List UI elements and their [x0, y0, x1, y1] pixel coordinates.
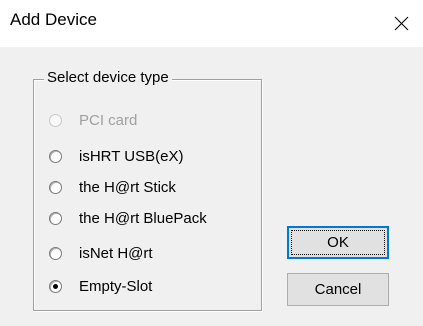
radio-button[interactable] — [49, 246, 62, 260]
title-bar: Add Device — [0, 0, 423, 47]
radio-label: isNet H@rt — [79, 244, 153, 262]
radio-button[interactable] — [49, 149, 62, 163]
close-icon — [394, 16, 408, 31]
radio-button[interactable] — [49, 211, 62, 225]
radio-button[interactable] — [49, 180, 62, 194]
radio-hart-stick[interactable]: the H@rt Stick — [49, 176, 176, 198]
radio-ishrt-usb[interactable]: isHRT USB(eX) — [49, 145, 183, 167]
radio-button[interactable] — [49, 113, 62, 127]
radio-label: Empty-Slot — [79, 277, 153, 295]
close-button[interactable] — [379, 0, 423, 47]
radio-label: the H@rt BluePack — [79, 209, 207, 227]
radio-label: the H@rt Stick — [79, 178, 176, 196]
radio-hart-bluepack[interactable]: the H@rt BluePack — [49, 207, 207, 229]
radio-label: PCI card — [79, 111, 138, 129]
ok-button[interactable]: OK — [287, 226, 389, 259]
radio-label: isHRT USB(eX) — [79, 147, 184, 165]
radio-pci-card[interactable]: PCI card — [49, 109, 137, 131]
radio-isnet-hart[interactable]: isNet H@rt — [49, 242, 153, 264]
cancel-button[interactable]: Cancel — [287, 273, 389, 306]
radio-empty-slot[interactable]: Empty-Slot — [49, 275, 152, 297]
groupbox-label: Select device type — [44, 68, 172, 88]
radio-button[interactable] — [49, 279, 62, 293]
window-title: Add Device — [10, 10, 97, 29]
